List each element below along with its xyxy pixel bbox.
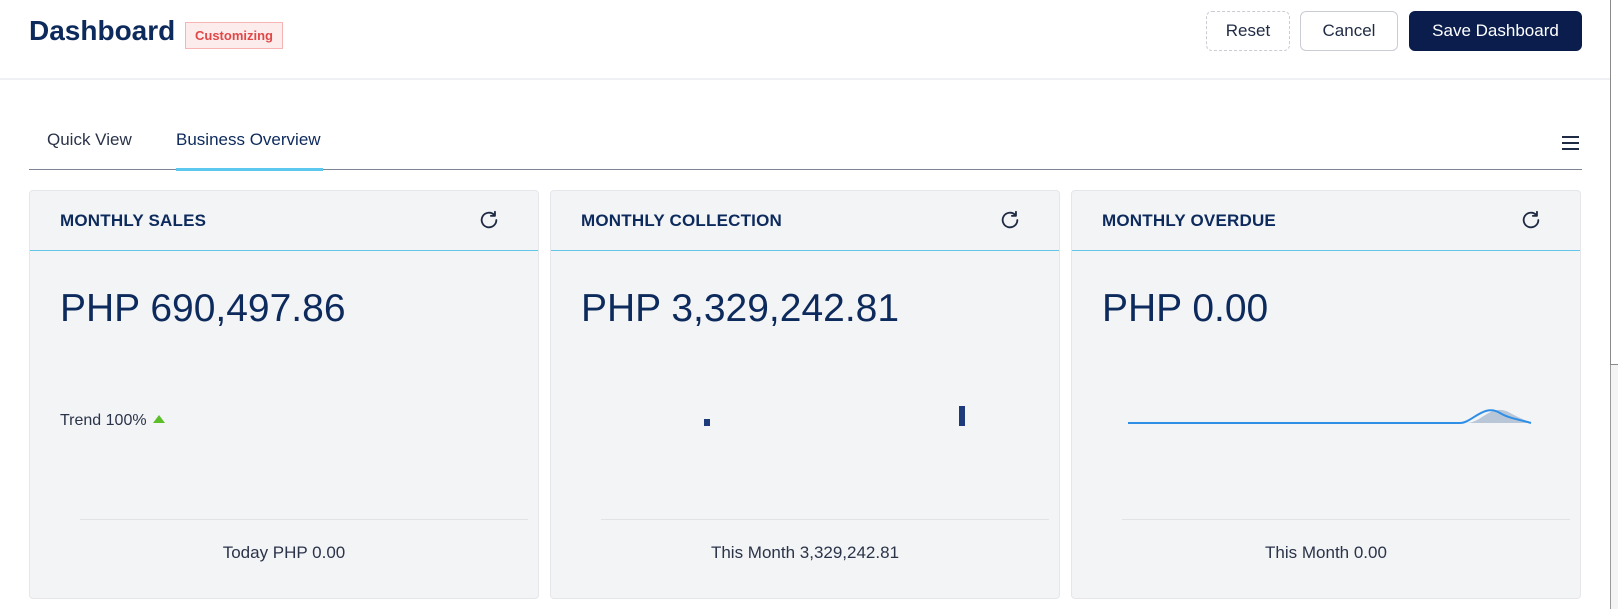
monthly-sales-card: MONTHLY SALES PHP 690,497.86 Trend 100% …: [29, 190, 539, 599]
card-footer: This Month 0.00: [1265, 543, 1387, 562]
dashboard-tabs: Quick View Business Overview: [29, 118, 1582, 171]
card-value: PHP 3,329,242.81: [581, 287, 900, 330]
tab-business-overview[interactable]: Business Overview: [176, 130, 323, 171]
card-footer: This Month 3,329,242.81: [710, 543, 900, 562]
collection-bar-sparkline: [704, 406, 965, 426]
tab-label: Quick View: [47, 130, 132, 149]
card-divider: [1122, 519, 1570, 520]
refresh-icon[interactable]: [999, 209, 1021, 231]
hamburger-menu-icon[interactable]: [1560, 133, 1582, 153]
monthly-overdue-card: MONTHLY OVERDUE PHP 0.00 This Month 0.00: [1071, 190, 1581, 599]
card-divider: [80, 519, 528, 520]
sparkline-line: [1128, 409, 1532, 424]
overdue-line-sparkline: [1128, 409, 1532, 424]
refresh-icon[interactable]: [478, 209, 500, 231]
card-footer: Today PHP 0.00: [222, 543, 346, 562]
page-title: Dashboard: [29, 15, 176, 46]
card-value: PHP 690,497.86: [60, 287, 346, 330]
card-header: MONTHLY COLLECTION: [551, 191, 1059, 251]
card-header: MONTHLY SALES: [30, 191, 538, 251]
trend-indicator: Trend 100%: [60, 412, 165, 430]
refresh-icon[interactable]: [1520, 209, 1542, 231]
active-tab-indicator: [176, 168, 323, 171]
card-header: MONTHLY OVERDUE: [1072, 191, 1580, 251]
tab-label: Business Overview: [176, 130, 321, 149]
card-divider: [601, 519, 1049, 520]
page-header: Dashboard Customizing Reset Cancel Save …: [0, 0, 1610, 80]
reset-button[interactable]: Reset: [1206, 11, 1290, 51]
scrollbar-track[interactable]: [1610, 0, 1618, 609]
trend-label: Trend 100%: [60, 412, 147, 429]
save-dashboard-button[interactable]: Save Dashboard: [1409, 11, 1582, 51]
card-title: MONTHLY SALES: [60, 211, 207, 230]
collection-bar: [704, 419, 710, 426]
card-title: MONTHLY OVERDUE: [1102, 211, 1276, 230]
scrollbar-thumb[interactable]: [1610, 0, 1618, 365]
cancel-button[interactable]: Cancel: [1300, 11, 1398, 51]
card-title: MONTHLY COLLECTION: [581, 211, 782, 230]
dashboard-app: Dashboard Customizing Reset Cancel Save …: [0, 0, 1618, 609]
triangle-up-icon: [152, 415, 165, 423]
monthly-collection-card: MONTHLY COLLECTION PHP 3,329,242.81 This…: [550, 190, 1060, 599]
collection-bar: [959, 406, 965, 426]
customizing-badge: Customizing: [185, 22, 283, 49]
tab-quick-view[interactable]: Quick View: [47, 130, 132, 170]
card-value: PHP 0.00: [1102, 287, 1269, 330]
